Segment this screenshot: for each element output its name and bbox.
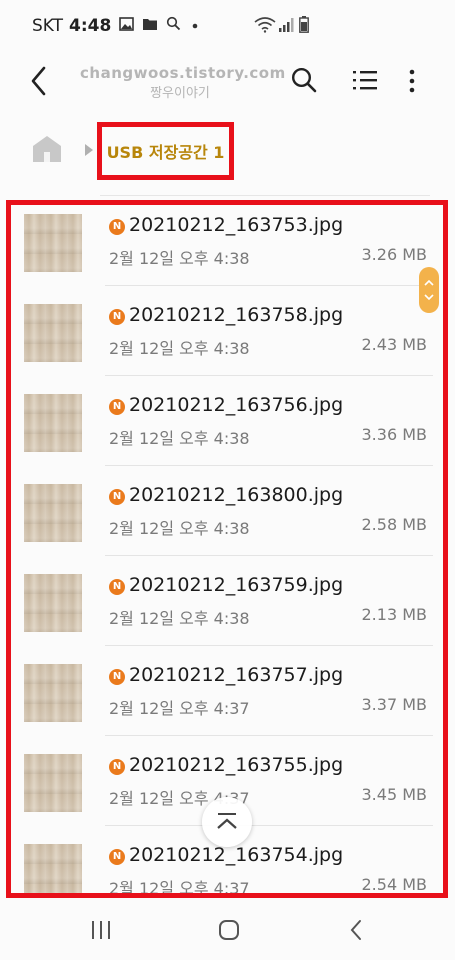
clock: 4:48 bbox=[69, 16, 112, 36]
scroll-to-top-button[interactable] bbox=[202, 797, 252, 847]
new-badge-icon: N bbox=[109, 849, 125, 865]
row-divider bbox=[105, 555, 433, 556]
file-name: 20210212_163800.jpg bbox=[129, 484, 344, 506]
home-icon bbox=[33, 136, 61, 162]
file-thumbnail bbox=[24, 754, 82, 812]
dot-icon bbox=[189, 16, 201, 36]
carrier-label: SKT bbox=[32, 16, 64, 36]
status-bar: SKT 4:48 bbox=[0, 0, 455, 52]
nav-home-icon bbox=[219, 920, 239, 940]
new-badge-icon: N bbox=[109, 399, 125, 415]
file-name: 20210212_163757.jpg bbox=[129, 664, 344, 686]
new-badge-icon: N bbox=[109, 759, 125, 775]
file-name: 20210212_163754.jpg bbox=[129, 844, 344, 866]
row-divider bbox=[105, 375, 433, 376]
file-thumbnail bbox=[24, 664, 82, 722]
breadcrumb-current[interactable]: USB 저장공간 1 bbox=[97, 122, 234, 180]
file-size: 3.45 MB bbox=[361, 785, 428, 804]
row-divider bbox=[105, 285, 433, 286]
file-size: 3.36 MB bbox=[361, 425, 428, 444]
file-thumbnail bbox=[24, 484, 82, 542]
new-badge-icon: N bbox=[109, 309, 125, 325]
file-date: 2월 12일 오후 4:37 bbox=[109, 699, 250, 718]
file-row[interactable]: N 20210212_163757.jpg 2월 12일 오후 4:37 3.37 M… bbox=[11, 655, 443, 745]
file-name: 20210212_163756.jpg bbox=[129, 394, 344, 416]
row-divider bbox=[105, 825, 433, 826]
file-size: 2.43 MB bbox=[361, 335, 428, 354]
file-name: 20210212_163753.jpg bbox=[129, 214, 344, 236]
new-badge-icon: N bbox=[109, 669, 125, 685]
app-bar: changwoos.tistory.com 짱우이야기 bbox=[0, 52, 455, 112]
file-row[interactable]: N 20210212_163753.jpg 2월 12일 오후 4:38 3.26 M… bbox=[11, 205, 443, 295]
home-button[interactable] bbox=[218, 919, 240, 941]
file-row[interactable]: N 20210212_163758.jpg 2월 12일 오후 4:38 2.43 M… bbox=[11, 295, 443, 385]
file-row[interactable]: N 20210212_163759.jpg 2월 12일 오후 4:38 2.13 M… bbox=[11, 565, 443, 655]
list-view-button[interactable] bbox=[352, 68, 378, 92]
file-date: 2월 12일 오후 4:38 bbox=[109, 249, 250, 268]
file-size: 3.37 MB bbox=[361, 695, 428, 714]
nav-back-icon bbox=[350, 920, 361, 940]
file-date: 2월 12일 오후 4:37 bbox=[109, 879, 250, 898]
back-button[interactable] bbox=[26, 64, 56, 98]
navigation-bar bbox=[0, 900, 455, 960]
breadcrumb-home[interactable] bbox=[30, 134, 64, 164]
search-icon bbox=[291, 67, 317, 93]
status-right bbox=[254, 16, 309, 37]
breadcrumb: USB 저장공간 1 bbox=[0, 120, 455, 182]
image-icon bbox=[119, 16, 135, 36]
file-name: 20210212_163755.jpg bbox=[129, 754, 344, 776]
wifi-icon bbox=[254, 16, 276, 37]
file-size: 2.58 MB bbox=[361, 515, 428, 534]
file-thumbnail bbox=[24, 844, 82, 893]
watermark-name: 짱우이야기 bbox=[150, 86, 210, 101]
new-badge-icon: N bbox=[109, 489, 125, 505]
battery-icon bbox=[299, 16, 309, 37]
nav-back-button[interactable] bbox=[349, 918, 363, 942]
file-size: 3.26 MB bbox=[361, 245, 428, 264]
file-date: 2월 12일 오후 4:38 bbox=[109, 429, 250, 448]
file-row[interactable]: N 20210212_163756.jpg 2월 12일 오후 4:38 3.36 M… bbox=[11, 385, 443, 475]
row-divider bbox=[105, 735, 433, 736]
file-name: 20210212_163759.jpg bbox=[129, 574, 344, 596]
file-row[interactable]: N 20210212_163800.jpg 2월 12일 오후 4:38 2.58 M… bbox=[11, 475, 443, 565]
recents-button[interactable] bbox=[90, 920, 112, 940]
file-thumbnail bbox=[24, 394, 82, 452]
file-date: 2월 12일 오후 4:38 bbox=[109, 519, 250, 538]
chevron-up-icon bbox=[217, 813, 237, 829]
breadcrumb-current-label: USB 저장공간 1 bbox=[106, 143, 225, 162]
file-thumbnail bbox=[24, 214, 82, 272]
row-divider bbox=[105, 645, 433, 646]
folder-icon bbox=[142, 16, 158, 36]
file-date: 2월 12일 오후 4:38 bbox=[109, 339, 250, 358]
breadcrumb-divider bbox=[100, 195, 430, 196]
file-thumbnail bbox=[24, 574, 82, 632]
watermark-url: changwoos.tistory.com bbox=[80, 64, 286, 82]
more-options-button[interactable] bbox=[405, 66, 419, 96]
signal-icon bbox=[278, 17, 294, 37]
new-badge-icon: N bbox=[109, 219, 125, 235]
recents-icon bbox=[92, 921, 110, 939]
search-small-icon bbox=[166, 16, 181, 36]
file-date: 2월 12일 오후 4:38 bbox=[109, 609, 250, 628]
search-button[interactable] bbox=[290, 66, 318, 94]
scroll-handle-icon bbox=[424, 279, 434, 301]
new-badge-icon: N bbox=[109, 579, 125, 595]
more-vertical-icon bbox=[409, 69, 415, 93]
row-divider bbox=[105, 465, 433, 466]
back-arrow-icon bbox=[31, 66, 46, 96]
file-thumbnail bbox=[24, 304, 82, 362]
list-view-icon bbox=[353, 71, 377, 90]
breadcrumb-arrow-icon bbox=[84, 142, 94, 161]
file-size: 2.13 MB bbox=[361, 605, 428, 624]
file-name: 20210212_163758.jpg bbox=[129, 304, 344, 326]
file-size: 2.54 MB bbox=[361, 875, 428, 894]
status-left: SKT 4:48 bbox=[32, 16, 201, 36]
fast-scroll-handle[interactable] bbox=[419, 267, 439, 313]
file-list: N 20210212_163753.jpg 2월 12일 오후 4:38 3.26 M… bbox=[6, 200, 448, 898]
